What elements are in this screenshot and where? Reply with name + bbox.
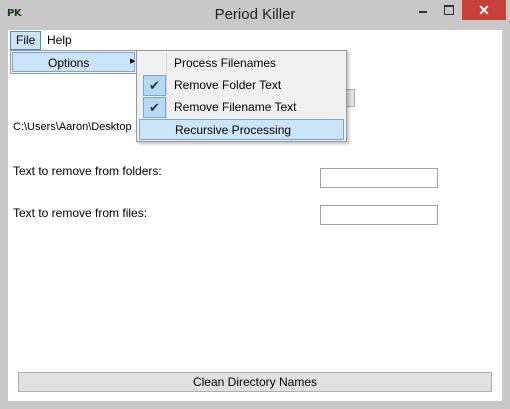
checkmark-icon: ✔: [143, 75, 166, 96]
menu-item-label: Process Filenames: [174, 56, 277, 70]
files-text-input[interactable]: [320, 205, 438, 225]
menu-help[interactable]: Help: [42, 31, 77, 49]
menu-item-label: Remove Folder Text: [174, 78, 282, 92]
menu-item-label: Recursive Processing: [175, 123, 292, 137]
menu-item-recursive-processing[interactable]: Recursive Processing: [139, 119, 344, 140]
menu-file[interactable]: File: [10, 31, 42, 50]
menu-item-options-label: Options: [48, 56, 90, 70]
folder-text-input[interactable]: [320, 168, 438, 188]
menu-item-remove-folder-text[interactable]: ✔ Remove Folder Text: [139, 75, 344, 96]
menu-item-options[interactable]: Options ▶: [12, 52, 135, 72]
files-text-label: Text to remove from files:: [13, 206, 148, 220]
close-button[interactable]: ✕: [462, 0, 506, 20]
title-bar[interactable]: PK Period Killer ✕: [0, 0, 510, 30]
menu-bar: File Help: [8, 30, 502, 50]
selected-path: C:\Users\Aaron\Desktop: [13, 121, 132, 133]
maximize-button[interactable]: [436, 0, 462, 20]
file-menu-dropdown: Options ▶: [10, 50, 137, 74]
menu-item-remove-filename-text[interactable]: ✔ Remove Filename Text: [139, 97, 344, 118]
menu-item-label: Remove Filename Text: [174, 100, 297, 114]
app-window: PK Period Killer ✕ File Help C:\Users\Aa…: [0, 0, 510, 409]
menu-item-process-filenames[interactable]: Process Filenames: [139, 53, 344, 74]
clean-directory-names-button[interactable]: Clean Directory Names: [18, 372, 492, 392]
browse-button[interactable]: [346, 89, 355, 107]
checkmark-icon: ✔: [143, 97, 166, 118]
folder-text-label: Text to remove from folders:: [13, 164, 162, 178]
options-submenu: Process Filenames ✔ Remove Folder Text ✔…: [136, 50, 347, 142]
minimize-button[interactable]: [410, 0, 436, 20]
submenu-arrow-icon: ▶: [130, 58, 136, 65]
